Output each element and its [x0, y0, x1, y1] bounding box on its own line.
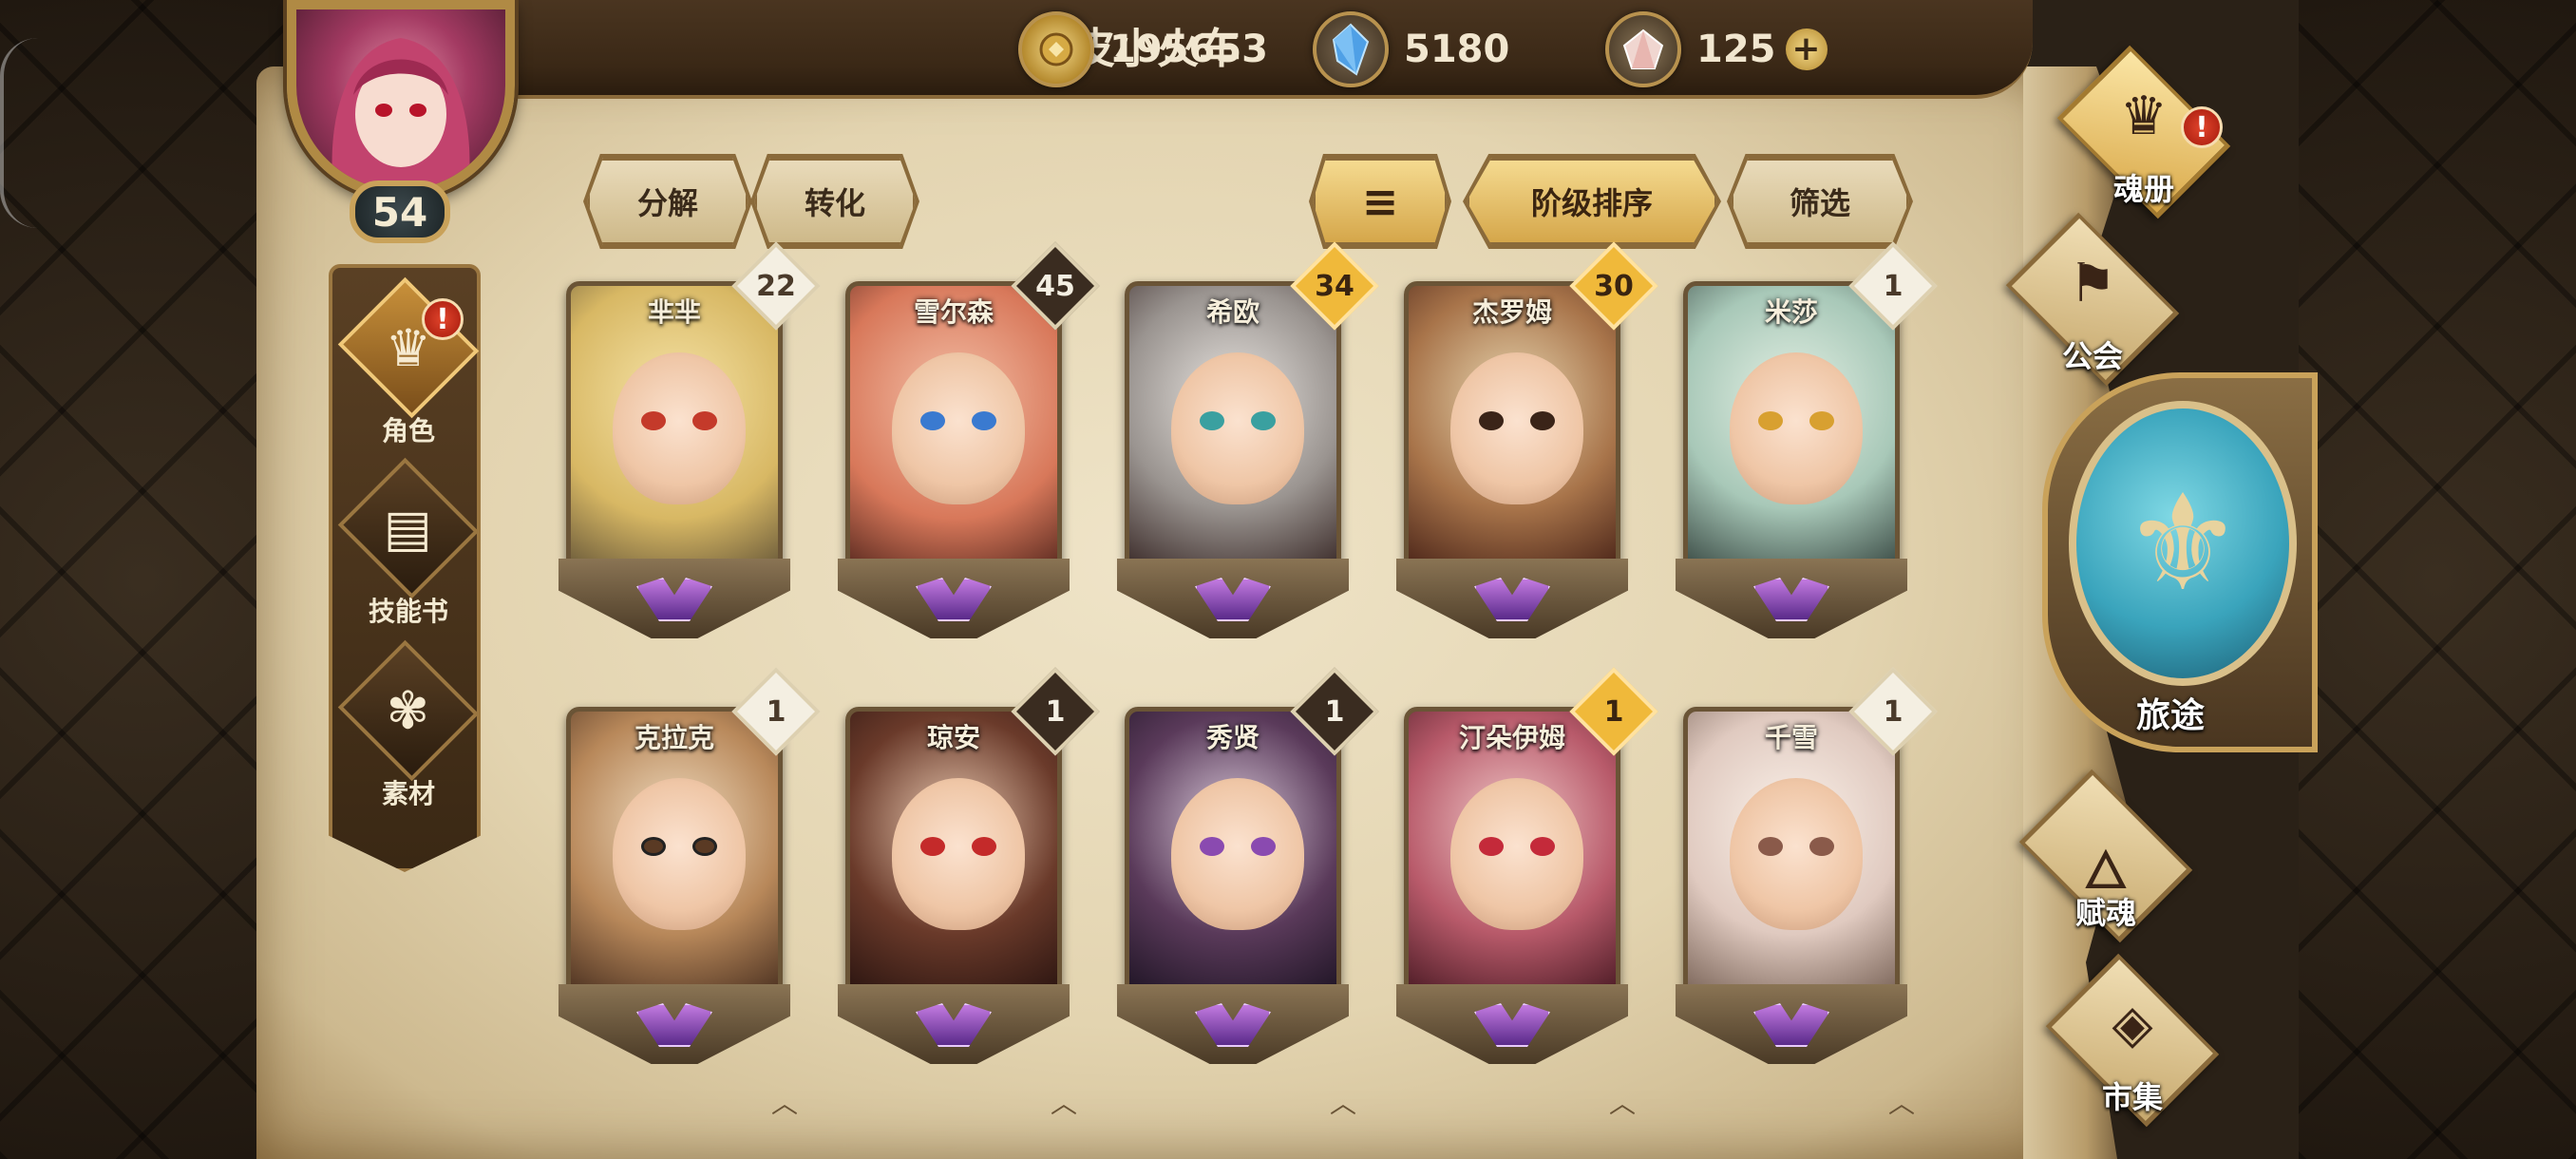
hero-portrait: 千雪: [1683, 707, 1900, 999]
hero-portrait: 琼安: [845, 707, 1062, 999]
filter-button[interactable]: 筛选: [1731, 158, 1909, 245]
rank-sort-button[interactable]: 阶级排序: [1467, 158, 1717, 245]
soul-grant-label: 赋魂: [2074, 895, 2136, 931]
left-side-pattern: [0, 0, 285, 1159]
hero-card[interactable]: 芈芈 22: [559, 241, 821, 638]
gold-currency: 195653: [1018, 11, 1268, 87]
hero-portrait: 秀贤: [1125, 707, 1341, 999]
material-icon: ✾: [387, 680, 430, 741]
player-level-badge: 54: [350, 180, 450, 243]
gem-amount: 125: [1696, 28, 1776, 71]
chevron-up-icon: ︿: [1330, 1088, 1357, 1119]
gem-market-icon: ◈: [2112, 994, 2153, 1055]
journey-emblem-icon: ⚜: [2069, 401, 2297, 686]
hero-portrait: 希欧: [1125, 281, 1341, 574]
hero-card[interactable]: 杰罗姆 30: [1396, 241, 1658, 638]
avatar[interactable]: [287, 0, 515, 200]
decompose-button[interactable]: 分解: [587, 158, 748, 245]
sort-direction-button[interactable]: ≡: [1313, 158, 1448, 245]
sort-lines-icon: ≡: [1361, 176, 1399, 227]
chevron-up-icon: ︿: [1609, 1088, 1637, 1119]
guild-label: 公会: [2061, 338, 2123, 374]
character-alert-icon: !: [422, 298, 464, 340]
nav-item-skill-book[interactable]: ▤ 技能书: [332, 457, 481, 629]
nav-item-character[interactable]: ♛ 角色: [332, 276, 481, 448]
hero-portrait: 克拉克: [566, 707, 783, 999]
nav-item-label: 素材: [381, 778, 435, 809]
guild-icon: ⚑: [2068, 253, 2117, 314]
pink-gem-icon: [1605, 11, 1681, 87]
add-gem-button[interactable]: +: [1785, 28, 1828, 70]
guild-button[interactable]: ⚑ 公会: [1993, 212, 2202, 387]
hero-card[interactable]: 千雪 1: [1676, 667, 1938, 1064]
hero-card[interactable]: 希欧 34: [1117, 241, 1379, 638]
screen-edge-arc: [0, 38, 38, 228]
chevron-up-icon: ︿: [1888, 1088, 1916, 1119]
market-button[interactable]: ◈ 市集: [2033, 953, 2242, 1128]
hero-portrait: 杰罗姆: [1404, 281, 1620, 574]
soul-book-button[interactable]: ♛ 魂册: [2044, 45, 2253, 219]
hero-card[interactable]: 雪尔森 45: [838, 241, 1100, 638]
hero-portrait: 芈芈: [566, 281, 783, 574]
soul-grant-button[interactable]: 🜂 赋魂: [2006, 769, 2215, 943]
journey-label: 旅途: [2135, 696, 2205, 735]
skill-book-icon: ▤: [384, 498, 433, 559]
nav-item-label: 技能书: [368, 596, 448, 627]
crystal-amount: 5180: [1404, 28, 1510, 71]
soul-book-alert-icon: !: [2181, 106, 2223, 148]
blue-crystal-icon: [1313, 11, 1389, 87]
gem-currency: 125 +: [1605, 11, 1828, 87]
nav-item-material[interactable]: ✾ 素材: [332, 639, 481, 811]
gold-amount: 195653: [1109, 28, 1268, 71]
chevron-up-icon: ︿: [1051, 1088, 1078, 1119]
hero-card[interactable]: 琼安 1: [838, 667, 1100, 1064]
soul-book-label: 魂册: [2112, 171, 2174, 207]
crystal-currency: 5180: [1313, 11, 1510, 87]
hero-card[interactable]: 汀朵伊姆 1: [1396, 667, 1658, 1064]
category-nav: ♛ 角色 ▤ 技能书 ✾ 素材: [329, 264, 481, 872]
chevron-up-icon: ︿: [771, 1088, 799, 1119]
player-avatar-frame[interactable]: 54: [266, 0, 551, 243]
journey-button[interactable]: ⚜ 旅途: [2042, 372, 2318, 771]
hero-portrait: 汀朵伊姆: [1404, 707, 1620, 999]
hero-portrait: 米莎: [1683, 281, 1900, 574]
hero-portrait: 雪尔森: [845, 281, 1062, 574]
hero-card[interactable]: 米莎 1: [1676, 241, 1938, 638]
nav-item-label: 角色: [381, 415, 435, 446]
hero-card[interactable]: 克拉克 1: [559, 667, 821, 1064]
top-bar: 绿皮小火车 195653 5180 125 +: [361, 0, 2033, 99]
hero-card[interactable]: 秀贤 1: [1117, 667, 1379, 1064]
convert-button[interactable]: 转化: [754, 158, 916, 245]
market-label: 市集: [2101, 1079, 2163, 1115]
right-side-pattern: [2299, 0, 2576, 1159]
gold-coin-icon: [1018, 11, 1094, 87]
